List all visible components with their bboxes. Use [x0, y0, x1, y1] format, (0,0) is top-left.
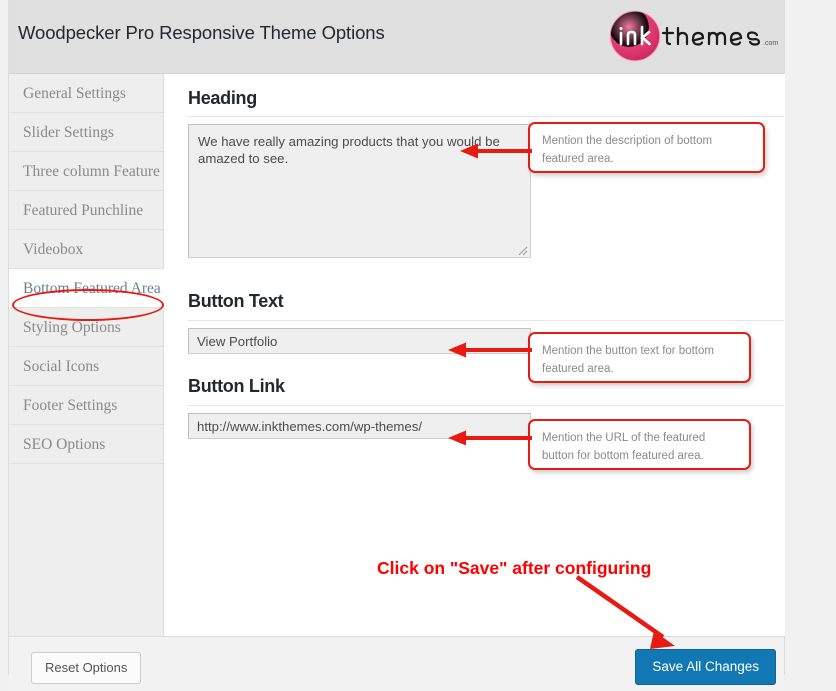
- sidebar-item-label: General Settings: [23, 85, 126, 102]
- sidebar-item-social-icons[interactable]: Social Icons: [9, 347, 163, 386]
- save-all-changes-button[interactable]: Save All Changes: [635, 649, 776, 685]
- button-link-section-divider: [188, 405, 784, 406]
- sidebar-item-label: Videobox: [23, 241, 84, 258]
- sidebar-item-bottom-featured-area[interactable]: Bottom Featured Area: [9, 269, 165, 308]
- sidebar-item-label: SEO Options: [23, 436, 106, 453]
- heading-section-divider: [188, 116, 784, 117]
- sidebar-item-label: Bottom Featured Area: [23, 280, 161, 297]
- heading-section-title: Heading: [188, 88, 257, 108]
- button-text-section-title: Button Text: [188, 291, 284, 311]
- sidebar-item-seo-options[interactable]: SEO Options: [9, 425, 163, 464]
- sidebar-item-label: Styling Options: [23, 319, 121, 336]
- sidebar-item-label: Social Icons: [23, 358, 100, 375]
- button-text-input[interactable]: [188, 328, 531, 354]
- sidebar-item-label: Footer Settings: [23, 397, 118, 414]
- sidebar-item-general-settings[interactable]: General Settings: [9, 74, 163, 113]
- sidebar-item-featured-punchline[interactable]: Featured Punchline: [9, 191, 163, 230]
- sidebar-item-styling-options[interactable]: Styling Options: [9, 308, 163, 347]
- screenshot-root: Woodpecker Pro Responsive Theme Options: [0, 0, 836, 691]
- sidebar-item-label: Three column Feature: [23, 163, 160, 180]
- inkthemes-logo: .com: [609, 10, 778, 62]
- sidebar-item-footer-settings[interactable]: Footer Settings: [9, 386, 163, 425]
- sidebar-item-label: Slider Settings: [23, 124, 114, 141]
- svg-text:.com: .com: [763, 40, 778, 47]
- sidebar-item-three-column-feature[interactable]: Three column Feature: [9, 152, 163, 191]
- sidebar-item-videobox[interactable]: Videobox: [9, 230, 163, 269]
- heading-textarea[interactable]: [188, 124, 531, 258]
- page-title: Woodpecker Pro Responsive Theme Options: [18, 22, 385, 43]
- button-text-section-divider: [188, 320, 784, 321]
- sidebar-item-slider-settings[interactable]: Slider Settings: [9, 113, 163, 152]
- panel-header: Woodpecker Pro Responsive Theme Options: [9, 0, 784, 74]
- annotation-save-note: Click on "Save" after configuring: [377, 558, 652, 578]
- annotation-callout-button-link-text: Mention the URL of the featured button f…: [542, 432, 706, 462]
- panel-footer: Reset Options Save All Changes: [9, 636, 784, 691]
- button-link-section-title: Button Link: [188, 376, 285, 396]
- annotation-callout-button-text: Mention the button text for bottom featu…: [528, 332, 751, 383]
- sidebar-item-label: Featured Punchline: [23, 202, 144, 219]
- heading-textarea-wrap: [188, 124, 531, 258]
- annotation-callout-button-text-text: Mention the button text for bottom featu…: [542, 345, 714, 375]
- annotation-callout-heading-text: Mention the description of bottom featur…: [542, 135, 713, 165]
- button-link-input[interactable]: [188, 413, 531, 439]
- settings-sidebar: General Settings Slider Settings Three c…: [9, 74, 165, 636]
- annotation-callout-button-link: Mention the URL of the featured button f…: [528, 419, 751, 470]
- reset-options-button[interactable]: Reset Options: [31, 652, 142, 684]
- annotation-callout-heading: Mention the description of bottom featur…: [528, 122, 765, 173]
